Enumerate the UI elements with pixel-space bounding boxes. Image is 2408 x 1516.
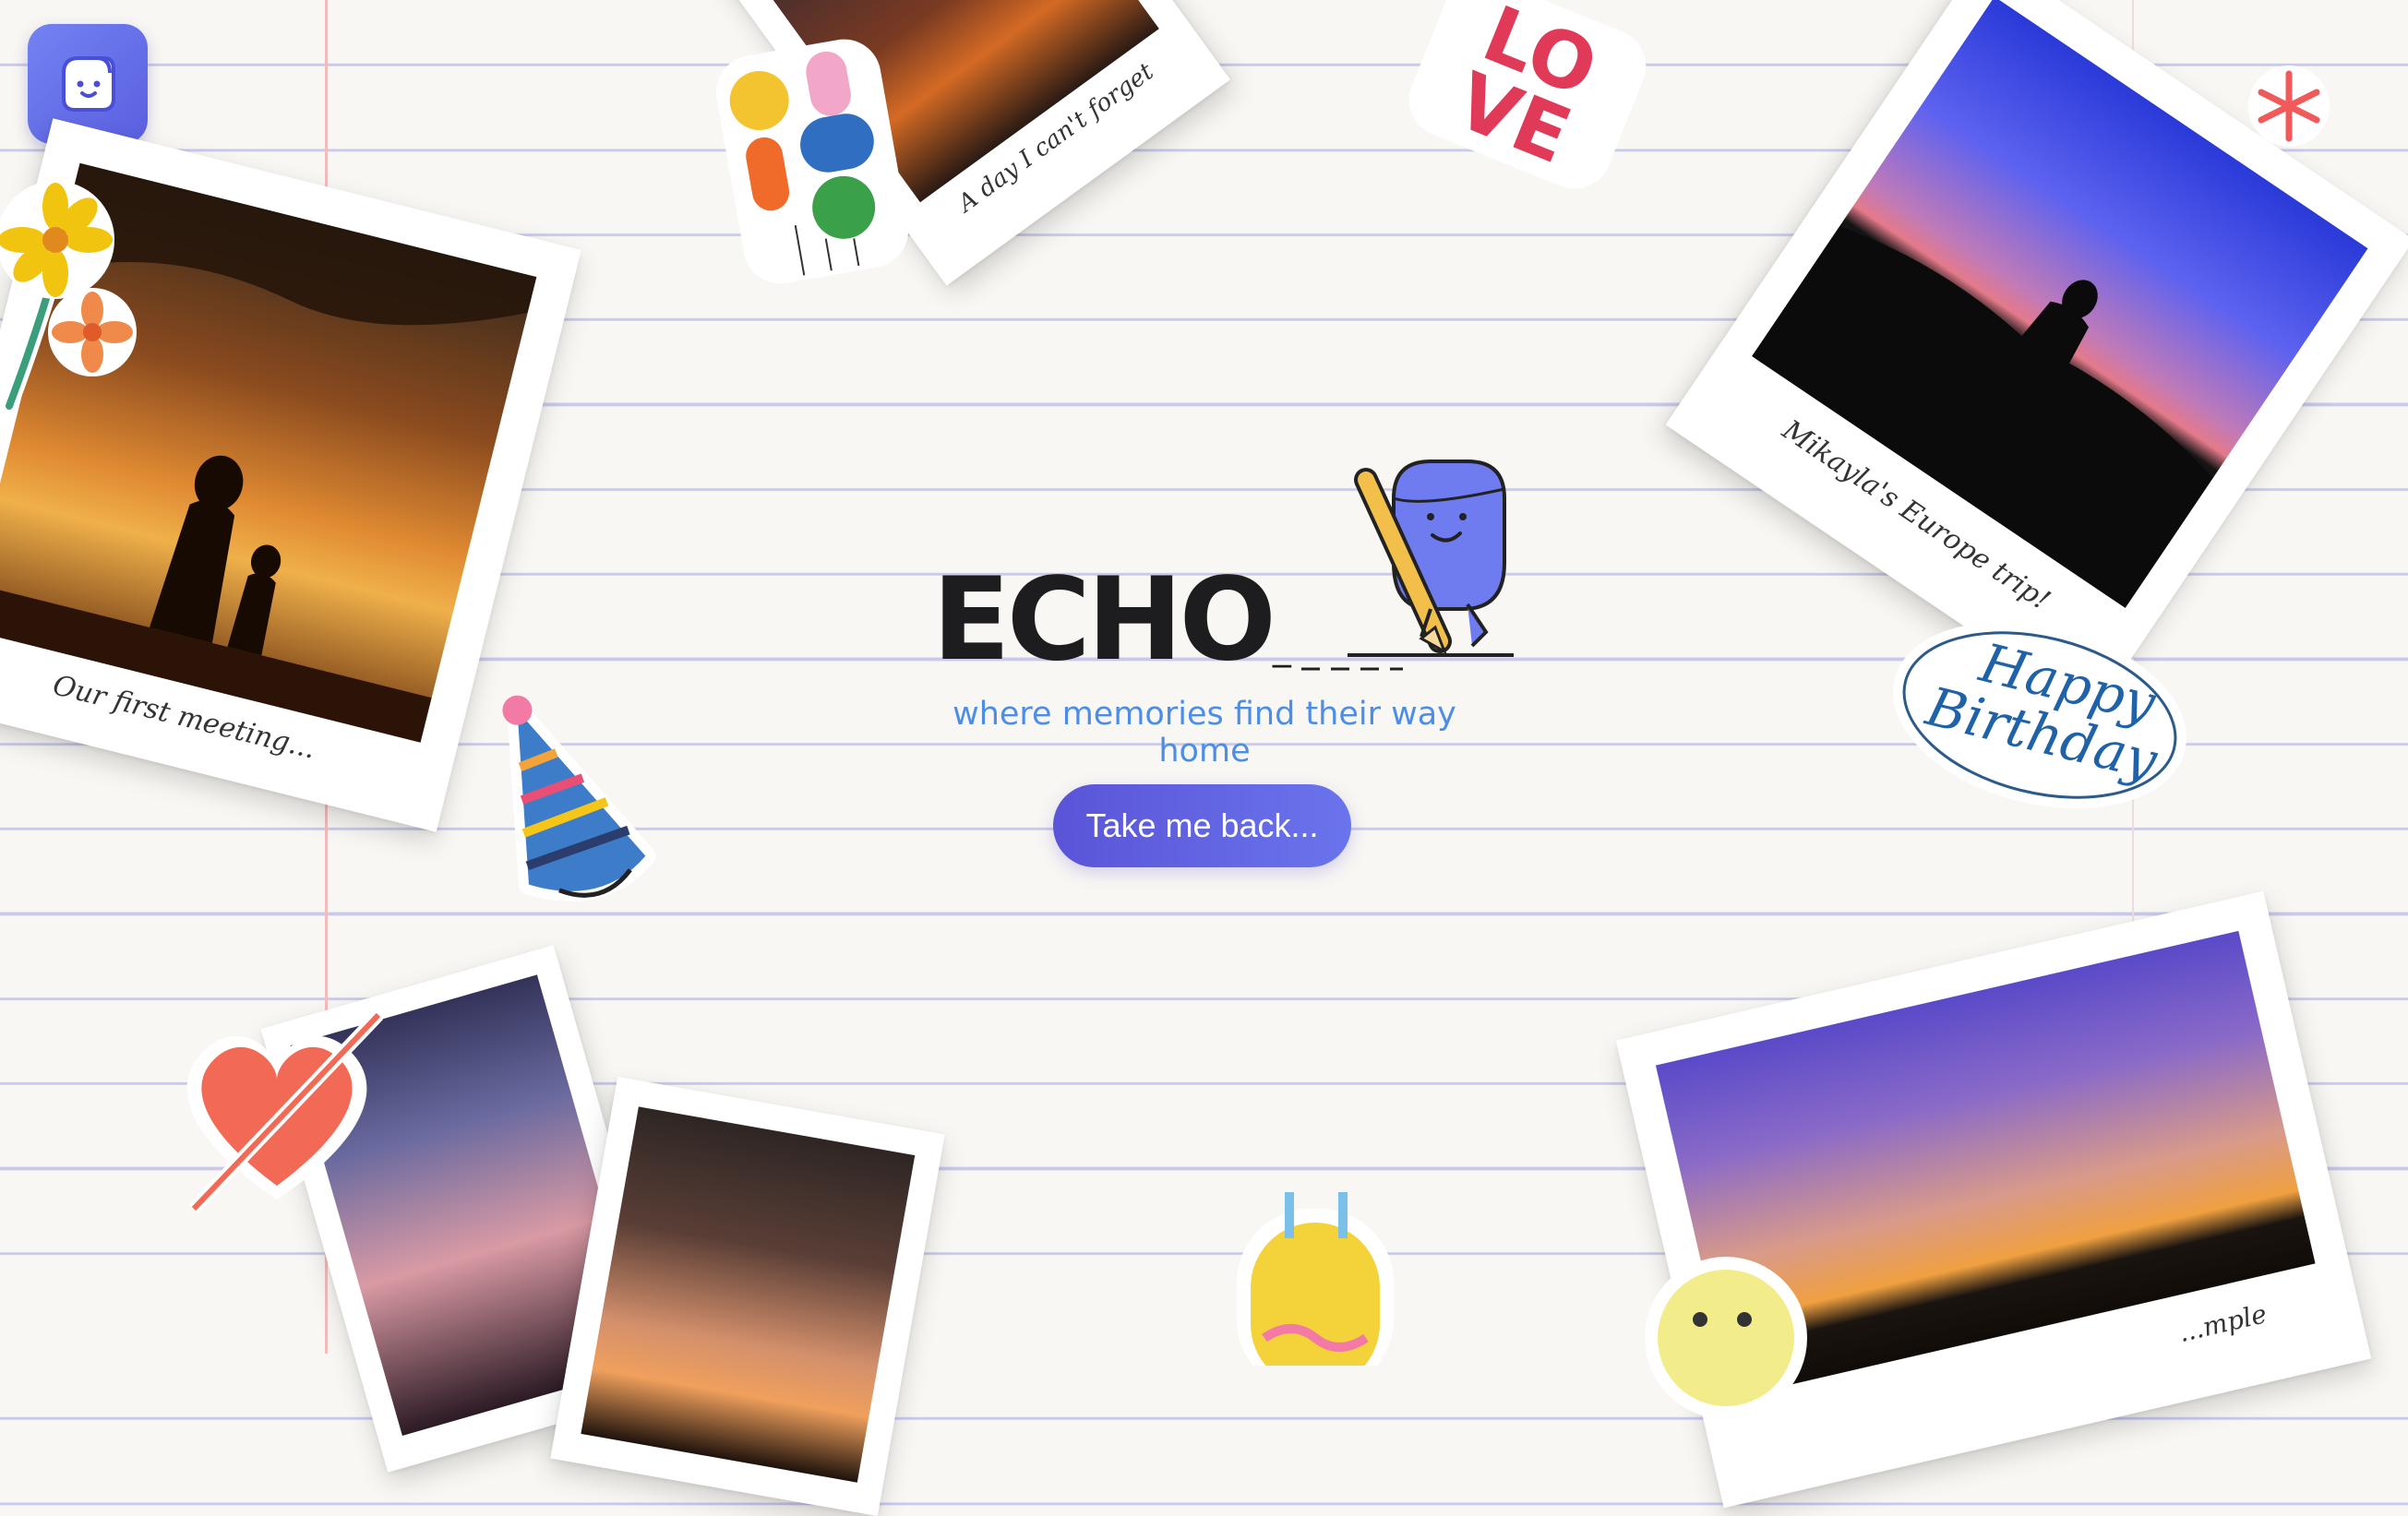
tagline: where memories find their way home (952, 696, 1456, 770)
polaroid-hiker-sunset[interactable] (550, 1076, 945, 1516)
title-cursor: _ (1272, 626, 1291, 668)
app-logo-button[interactable] (28, 24, 148, 144)
app-title: ECHO_ (932, 563, 1291, 677)
flower-bouquet-sticker (0, 175, 138, 415)
sparkle-sticker (2243, 55, 2335, 157)
smiley-sticker (1643, 1255, 1809, 1421)
happy-birthday-sticker: Happy Birthday (1864, 583, 2216, 847)
title-text: ECHO (932, 554, 1276, 686)
heart-arrow-sticker (157, 987, 397, 1227)
party-hat-sticker (441, 662, 685, 943)
love-sticker: LO VE (1377, 0, 1677, 215)
birthday-cake-sticker (1218, 1181, 1412, 1393)
mascot-writing-icon (1301, 460, 1514, 671)
take-me-back-button[interactable]: Take me back... (1053, 784, 1351, 867)
smiley-face-icon (62, 56, 115, 112)
hiker-sunset-photo (581, 1106, 916, 1483)
